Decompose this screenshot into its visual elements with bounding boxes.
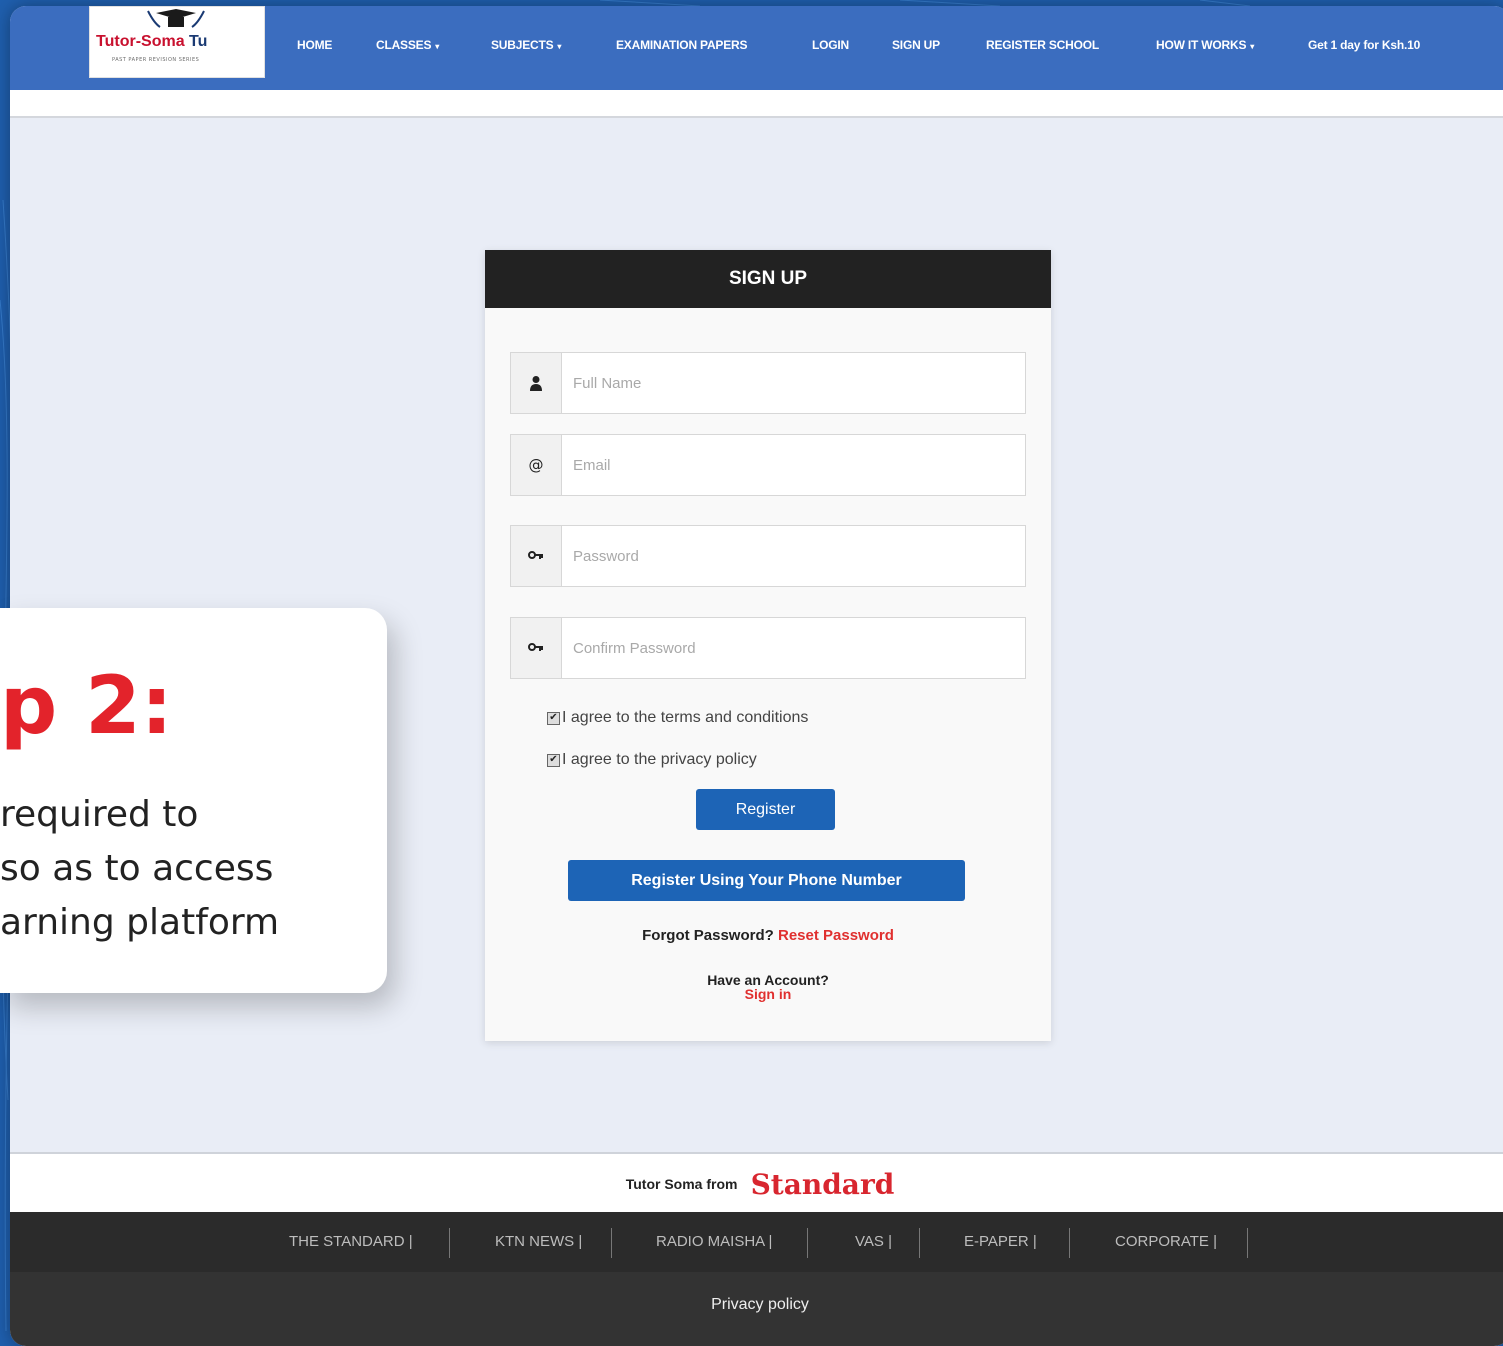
nav-classes[interactable]: CLASSES ▾ — [376, 38, 439, 52]
footer-brand-prefix: Tutor Soma from — [625, 1176, 738, 1192]
footer-links-bar: THE STANDARD | KTN NEWS | RADIO MAISHA |… — [10, 1212, 1503, 1272]
nav-day-offer[interactable]: Get 1 day for Ksh.10 — [1308, 38, 1420, 52]
at-icon: @ — [511, 435, 562, 495]
logo-subtitle: PAST PAPER REVISION SERIES — [112, 57, 200, 63]
sub-header-bar — [10, 90, 1503, 118]
nav-home[interactable]: HOME — [297, 38, 332, 52]
footer-link-vas[interactable]: VAS | — [855, 1212, 892, 1272]
footer-separator — [919, 1228, 920, 1258]
footer-separator — [449, 1228, 450, 1258]
nav-sign-up[interactable]: SIGN UP — [892, 38, 940, 52]
step-title: p 2: — [0, 659, 173, 752]
terms-checkbox-row[interactable]: ✔ I agree to the terms and conditions — [547, 709, 808, 727]
privacy-checkbox[interactable]: ✔ — [547, 753, 560, 767]
standard-logo[interactable]: Standard — [751, 1168, 895, 1201]
reset-password-link[interactable]: Reset Password — [778, 927, 894, 944]
logo-text: Tutor-Soma Tu — [96, 33, 208, 50]
footer-separator — [807, 1228, 808, 1258]
user-icon — [511, 353, 562, 413]
full-name-field[interactable] — [510, 352, 1026, 414]
site-logo[interactable]: Tutor-Soma Tu PAST PAPER REVISION SERIES — [89, 6, 265, 78]
footer-separator — [1069, 1228, 1070, 1258]
nav-login[interactable]: LOGIN — [812, 38, 849, 52]
footer-separator — [1247, 1228, 1248, 1258]
have-account-text: Have an Account? — [707, 972, 829, 988]
password-input[interactable] — [571, 526, 1015, 586]
sign-in-link[interactable]: Sign in — [745, 986, 792, 1002]
footer-link-corporate[interactable]: CORPORATE | — [1115, 1212, 1217, 1272]
confirm-password-input[interactable] — [571, 618, 1015, 678]
nav-subjects[interactable]: SUBJECTS ▾ — [491, 38, 561, 52]
footer-link-radio-maisha[interactable]: RADIO MAISHA | — [656, 1212, 772, 1272]
chevron-down-icon: ▾ — [1250, 42, 1255, 51]
footer-separator — [611, 1228, 612, 1258]
signup-title: SIGN UP — [485, 250, 1051, 308]
privacy-label: I agree to the privacy policy — [562, 751, 757, 768]
key-icon — [511, 526, 562, 586]
confirm-password-field[interactable] — [510, 617, 1026, 679]
terms-label: I agree to the terms and conditions — [562, 709, 809, 726]
nav-how-it-works[interactable]: HOW IT WORKS ▾ — [1156, 38, 1254, 52]
forgot-password-row: Forgot Password? Reset Password — [485, 927, 1051, 944]
graduation-cap-icon — [147, 9, 205, 28]
password-field[interactable] — [510, 525, 1026, 587]
have-account-row: Have an Account? Sign in — [485, 973, 1051, 1001]
step-callout-card: p 2: required to so as to access arning … — [0, 608, 387, 993]
footer-link-the-standard[interactable]: THE STANDARD | — [289, 1212, 413, 1272]
email-field[interactable]: @ — [510, 434, 1026, 496]
step-description: required to so as to access arning platf… — [0, 794, 280, 943]
nav-register-school[interactable]: REGISTER SCHOOL — [986, 38, 1099, 52]
register-phone-button[interactable]: Register Using Your Phone Number — [568, 860, 965, 901]
footer-link-e-paper[interactable]: E-PAPER | — [964, 1212, 1037, 1272]
terms-checkbox[interactable]: ✔ — [547, 711, 560, 725]
top-navbar: Tutor-Soma Tu PAST PAPER REVISION SERIES… — [10, 6, 1503, 90]
signup-card: SIGN UP @ ✔ I agree — [485, 250, 1051, 1041]
footer-bottom-bar: Privacy policy — [10, 1272, 1503, 1346]
chevron-down-icon: ▾ — [557, 42, 562, 51]
nav-examination-papers[interactable]: EXAMINATION PAPERS — [616, 38, 748, 52]
key-icon — [511, 618, 562, 678]
privacy-checkbox-row[interactable]: ✔ I agree to the privacy policy — [547, 751, 757, 769]
full-name-input[interactable] — [571, 353, 1015, 413]
forgot-password-text: Forgot Password? — [642, 927, 774, 944]
footer-link-ktn-news[interactable]: KTN NEWS | — [495, 1212, 582, 1272]
chevron-down-icon: ▾ — [435, 42, 440, 51]
register-button[interactable]: Register — [696, 789, 835, 830]
footer-brand-bar: Tutor Soma from Standard — [10, 1152, 1503, 1214]
email-input[interactable] — [571, 435, 1015, 495]
privacy-policy-link[interactable]: Privacy policy — [10, 1296, 1503, 1314]
